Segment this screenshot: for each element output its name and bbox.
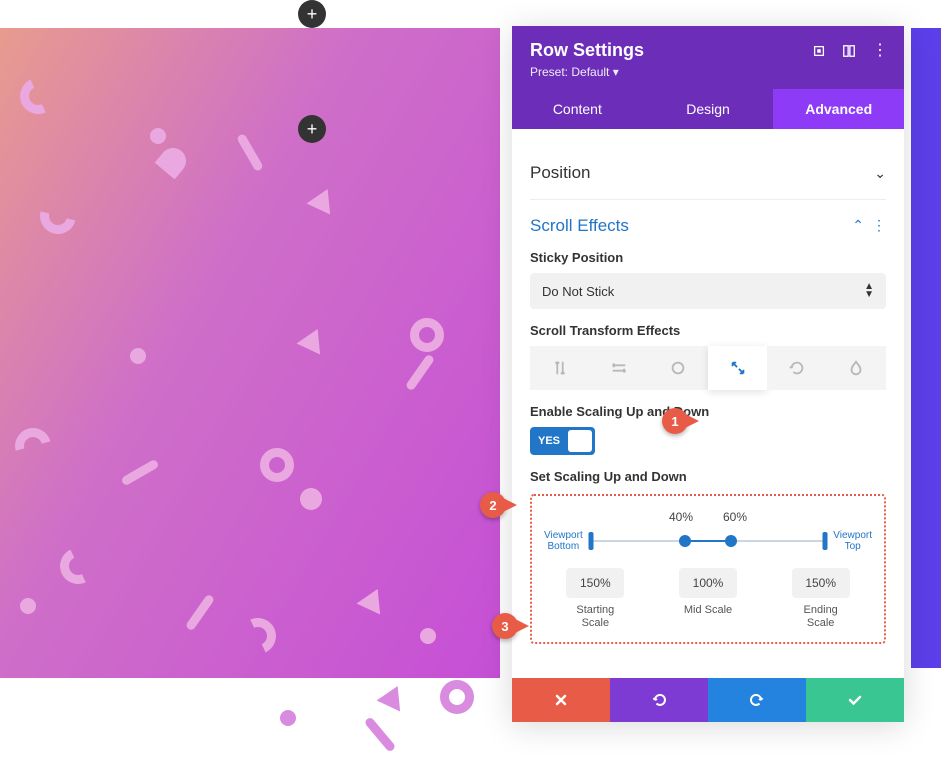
scroll-effect-tabs (530, 346, 886, 390)
expand-icon[interactable] (812, 44, 826, 58)
columns-icon[interactable] (842, 44, 856, 58)
section-scroll-effects: Scroll Effects ⌃ ⋮ Sticky Position Do Not… (530, 199, 886, 660)
add-row-button[interactable]: + (298, 115, 326, 143)
mid-scale-caption: Mid Scale (657, 604, 760, 617)
redo-button[interactable] (708, 678, 806, 722)
sticky-position-value: Do Not Stick (542, 284, 614, 299)
set-scaling-label: Set Scaling Up and Down (530, 469, 886, 484)
viewport-top-label: Viewport Top (833, 530, 872, 552)
section-title-position: Position (530, 163, 590, 183)
cancel-button[interactable] (512, 678, 610, 722)
annotation-1: 1 (662, 408, 699, 434)
enable-scaling-toggle[interactable]: YES (530, 427, 595, 455)
effect-fade[interactable] (649, 346, 708, 390)
annotation-2: 2 (480, 492, 517, 518)
tab-design[interactable]: Design (643, 89, 774, 129)
scaling-timeline-track[interactable] (591, 536, 826, 546)
tab-advanced[interactable]: Advanced (773, 89, 904, 129)
panel-footer (512, 678, 904, 722)
toggle-label: YES (538, 435, 560, 447)
handle-mid1[interactable] (679, 535, 691, 547)
scroll-transform-label: Scroll Transform Effects (530, 323, 886, 338)
panel-title: Row Settings (530, 40, 644, 61)
save-button[interactable] (806, 678, 904, 722)
viewport-bottom-label: Viewport Bottom (544, 530, 583, 552)
effect-horizontal[interactable] (589, 346, 648, 390)
sticky-position-label: Sticky Position (530, 250, 886, 265)
starting-scale-input[interactable]: 150% (566, 568, 624, 598)
menu-dots-icon[interactable]: ⋮ (872, 44, 886, 58)
track-mid2-label: 60% (723, 510, 747, 524)
effect-scaling[interactable] (708, 346, 767, 390)
page-right-accent (911, 28, 941, 668)
scaling-config-box: 40% 60% Viewport Bottom Viewport Top (530, 494, 886, 644)
settings-panel: Row Settings ⋮ Preset: Default ▾ Content… (512, 26, 904, 722)
handle-end[interactable] (823, 532, 828, 550)
starting-scale-caption: Starting Scale (544, 604, 647, 630)
add-section-button-top[interactable]: + (298, 0, 326, 28)
track-mid1-label: 40% (669, 510, 693, 524)
mid-scale-input[interactable]: 100% (679, 568, 737, 598)
effect-blur[interactable] (827, 346, 886, 390)
toggle-knob (568, 430, 592, 452)
panel-body: Position ⌄ Scroll Effects ⌃ ⋮ Sticky Posi… (512, 129, 904, 678)
section-header-scroll-effects[interactable]: Scroll Effects ⌃ ⋮ (530, 216, 886, 236)
chevron-down-icon: ⌄ (874, 165, 886, 182)
ending-scale-caption: Ending Scale (769, 604, 872, 630)
enable-scaling-label: Enable Scaling Up and Down (530, 404, 886, 419)
preset-selector[interactable]: Preset: Default ▾ (530, 65, 886, 79)
handle-start[interactable] (588, 532, 593, 550)
sticky-position-select[interactable]: Do Not Stick ▲▼ (530, 273, 886, 309)
section-menu-icon[interactable]: ⋮ (872, 217, 886, 233)
tab-bar: Content Design Advanced (512, 89, 904, 129)
canvas-preview (0, 28, 500, 678)
chevron-up-icon: ⌃ (852, 217, 864, 233)
section-title-scroll-effects: Scroll Effects (530, 216, 629, 236)
annotation-3: 3 (492, 613, 529, 639)
ending-scale-input[interactable]: 150% (792, 568, 850, 598)
tab-content[interactable]: Content (512, 89, 643, 129)
canvas-overflow-shapes (200, 680, 530, 780)
select-arrows-icon: ▲▼ (864, 283, 874, 299)
effect-rotating[interactable] (767, 346, 826, 390)
undo-button[interactable] (610, 678, 708, 722)
section-position[interactable]: Position ⌄ (530, 147, 886, 199)
effect-vertical[interactable] (530, 346, 589, 390)
panel-header: Row Settings ⋮ Preset: Default ▾ (512, 26, 904, 89)
handle-mid2[interactable] (725, 535, 737, 547)
